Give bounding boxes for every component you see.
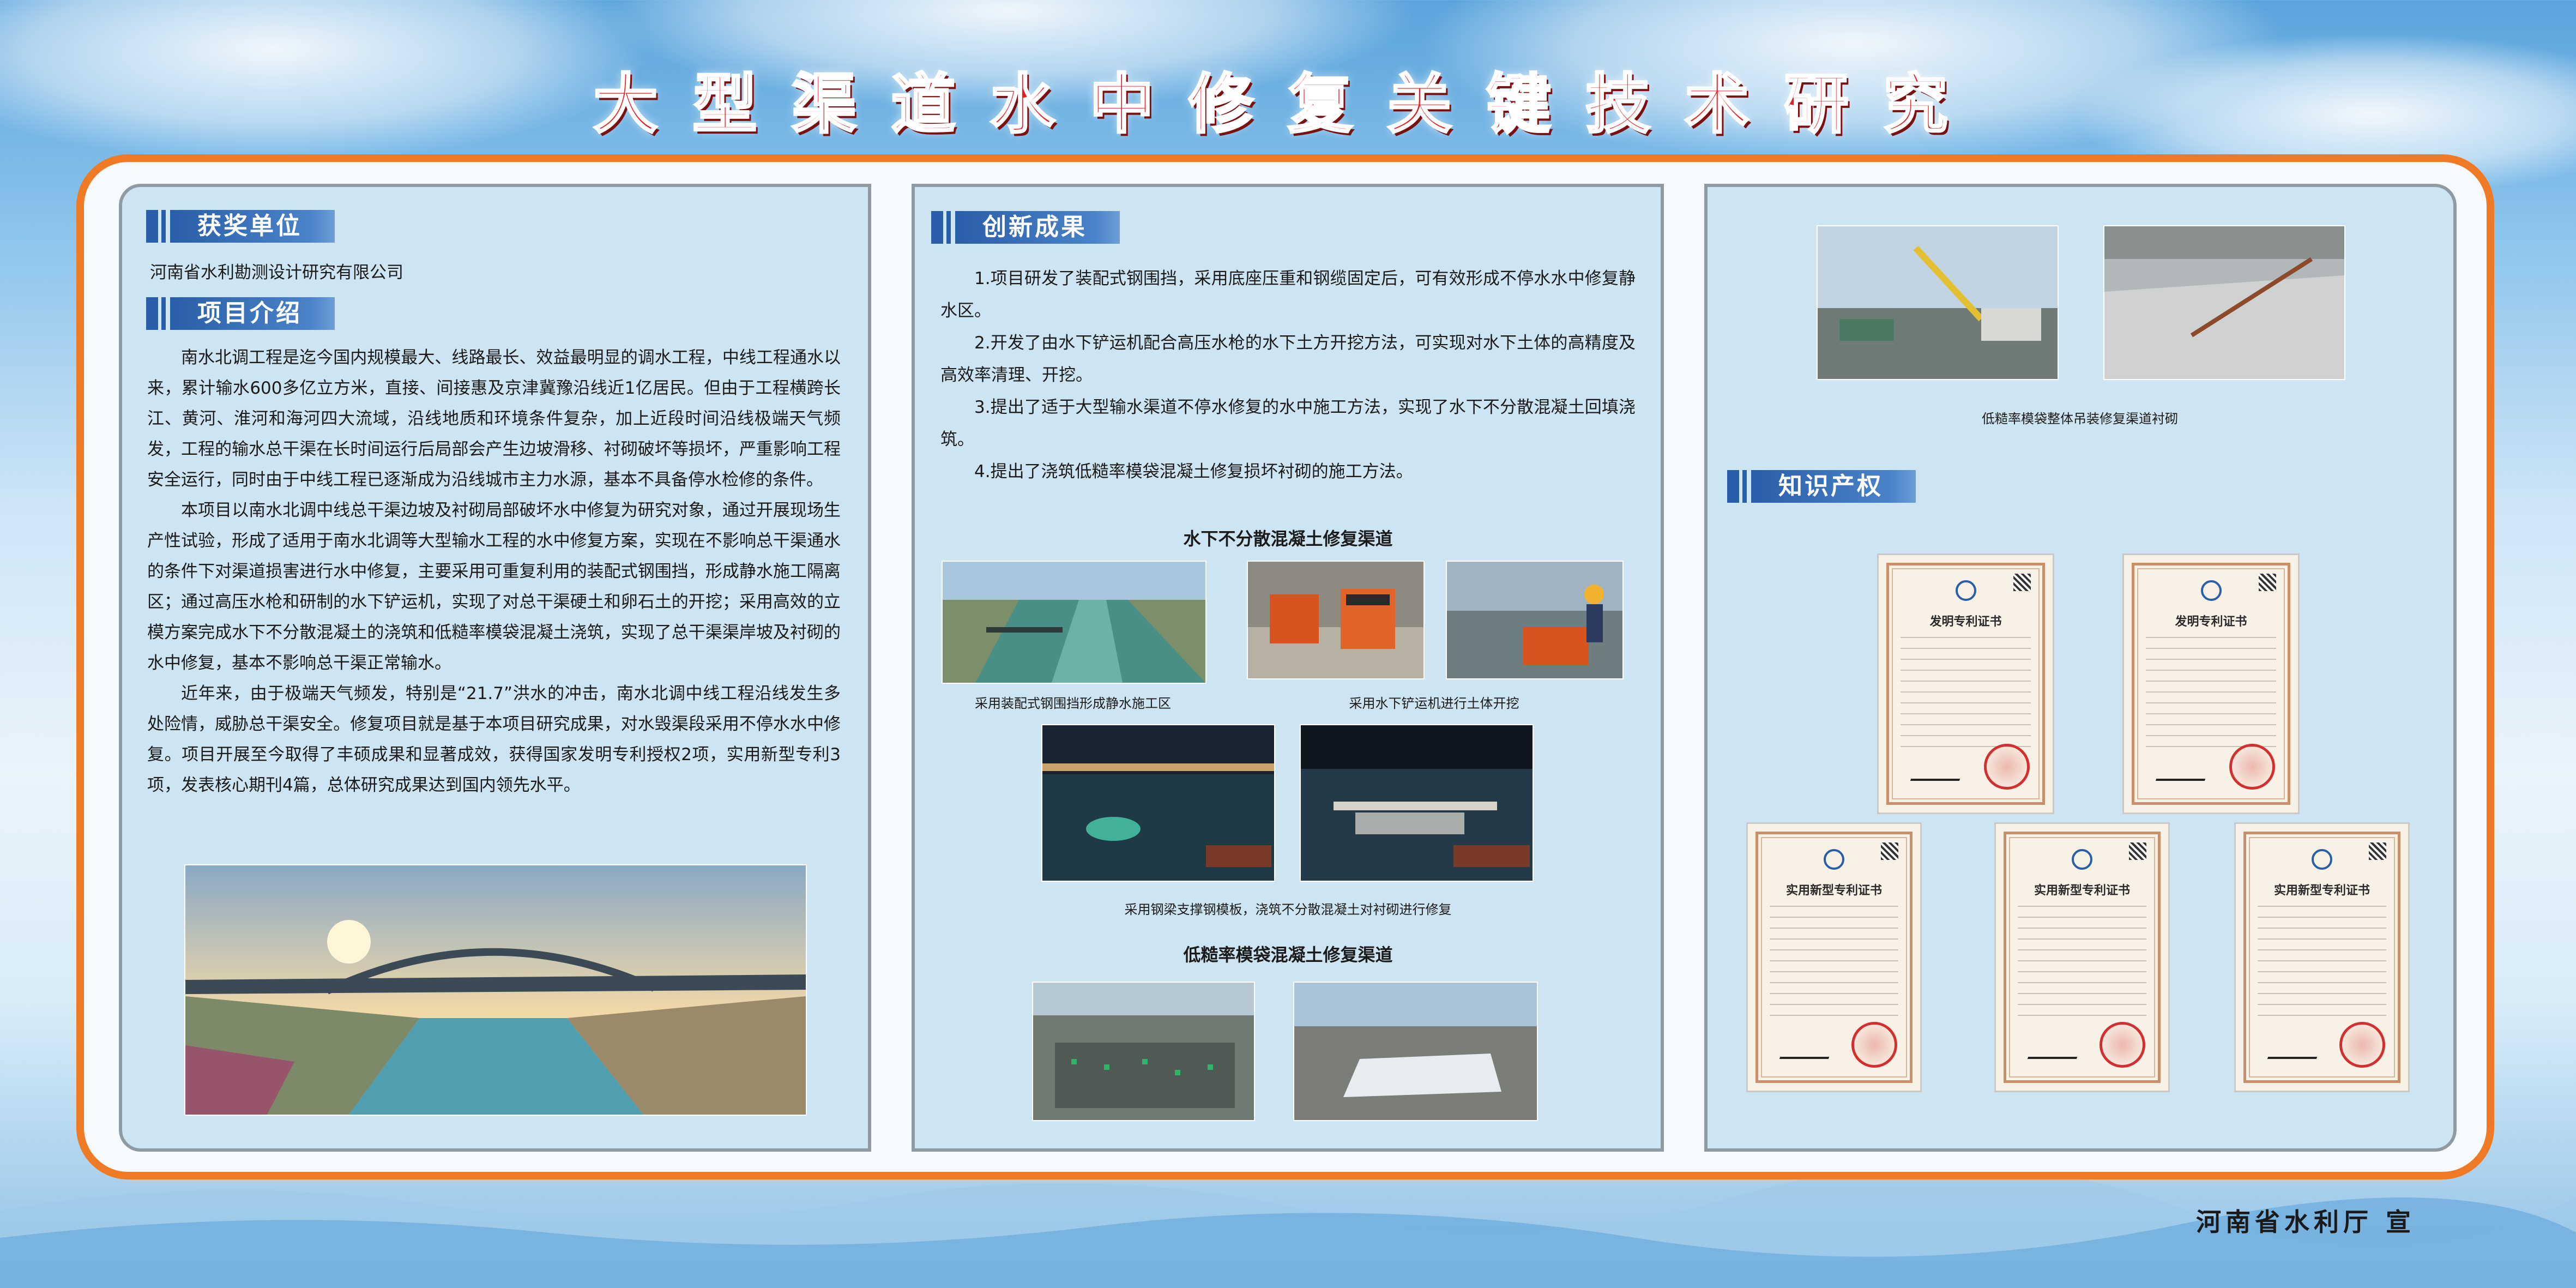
red-seal-icon [2229,744,2275,790]
caption-formwork: 采用钢梁支撑钢模板，浇筑不分散混凝土对衬砌进行修复 [1124,902,1452,917]
caption-steel-barrier: 采用装配式钢围挡形成静水施工区 [975,696,1171,711]
intro-paragraph: 近年来，由于极端天气频发，特别是“21.7”洪水的冲击，南水北调中线工程沿线发生… [147,684,841,795]
night-formwork-photo-1 [1041,724,1275,882]
innovation-list: 1.项目研发了装配式钢围挡，采用底座压重和钢缆固定后，可有效形成不停水水中修复静… [940,263,1636,488]
gallery2-title: 低糙率模袋混凝土修复渠道 [1183,944,1393,965]
mattress-photo-1 [1032,982,1255,1121]
qr-code-icon [2369,842,2386,860]
intro-heading-label: 项目介绍 [170,297,335,330]
gallery1-title: 水下不分散混凝土修复渠道 [1183,528,1393,549]
cert-title: 实用新型专利证书 [1785,883,1882,898]
utility-model-certificate: 实用新型专利证书 [1746,822,1922,1092]
heading-marker [931,211,943,244]
issuer-footer: 河南省水利厅 宣 [2195,1207,2415,1237]
intro-heading: 项目介绍 [146,297,402,330]
channel-lining-photo [2103,225,2345,380]
cert-logo-icon [2072,849,2092,870]
cert-text-lines [1770,906,1898,1026]
invention-patent-certificate: 发明专利证书 [2122,553,2300,814]
innovation-item: 1.项目研发了装配式钢围挡，采用底座压重和钢缆固定后，可有效形成不停水水中修复静… [940,269,1636,321]
cert-text-lines [2018,906,2146,1026]
steel-barrier-photo [942,561,1206,684]
cert-logo-icon [2200,580,2222,601]
signature [1910,762,1966,781]
cert-text-lines [2258,906,2386,1026]
qr-code-icon [2259,574,2276,591]
cert-title: 发明专利证书 [1929,615,2002,629]
heading-marker [146,297,158,330]
qr-code-icon [2129,842,2146,860]
heading-marker [1742,470,1747,503]
excavator-photo-1 [1247,561,1425,679]
cert-title: 发明专利证书 [2175,615,2247,629]
mattress-photo-2 [1293,982,1538,1121]
caption-crane: 低糙率模袋整体吊装修复渠道衬砌 [1982,411,2178,426]
innovation-item: 3.提出了适于大型输水渠道不停水修复的水中施工方法，实现了水下不分散混凝土回填浇… [940,398,1636,449]
innovation-item: 4.提出了浇筑低糙率模袋混凝土修复损坏衬砌的施工方法。 [974,462,1413,482]
heading-marker [161,210,166,243]
utility-model-certificate: 实用新型专利证书 [1994,822,2170,1092]
innovation-heading-label: 创新成果 [955,211,1120,244]
ip-heading-label: 知识产权 [1751,470,1916,503]
award-heading-label: 获奖单位 [170,210,335,243]
cert-title: 实用新型专利证书 [2273,883,2370,898]
innovation-item: 2.开发了由水下铲运机配合高压水枪的水下土方开挖方法，可实现对水下土体的高精度及… [940,333,1636,385]
signature [2267,1040,2324,1059]
signature [2027,1040,2084,1059]
qr-code-icon [2013,574,2031,591]
red-seal-icon [2100,1022,2145,1068]
intro-paragraph: 南水北调工程是迄今国内规模最大、线路最长、效益最明显的调水工程，中线工程通水以来… [147,348,841,490]
main-title: 大型渠道水中修复关键技术研究 [592,65,1983,143]
cert-logo-icon [1955,580,1976,601]
heading-marker [146,210,158,243]
ip-heading: 知识产权 [1727,470,1983,503]
signature [1779,1040,1836,1059]
excavator-photo-2 [1446,561,1624,679]
intro-text: 南水北调工程是迄今国内规模最大、线路最长、效益最明显的调水工程，中线工程通水以来… [147,342,841,801]
red-seal-icon [1851,1022,1897,1068]
caption-excavation: 采用水下铲运机进行土体开挖 [1349,696,1519,711]
night-formwork-photo-2 [1300,724,1534,882]
innovation-heading: 创新成果 [931,211,1187,244]
award-heading: 获奖单位 [146,210,402,243]
cert-logo-icon [1824,849,1844,870]
intro-paragraph: 本项目以南水北调中线总干渠边坡及衬砌局部破坏水中修复为研究对象，通过开展现场生产… [147,501,841,673]
cert-title: 实用新型专利证书 [2034,883,2130,898]
utility-model-certificate: 实用新型专利证书 [2234,822,2410,1092]
invention-patent-certificate: 发明专利证书 [1877,553,2054,814]
heading-marker [161,297,166,330]
qr-code-icon [1881,842,1898,860]
red-seal-icon [2339,1022,2385,1068]
heading-marker [1727,470,1739,503]
cert-text-lines [2146,637,2276,757]
canal-bridge-photo [184,864,807,1116]
award-unit: 河南省水利勘测设计研究有限公司 [150,263,403,282]
heading-marker [946,211,951,244]
red-seal-icon [1984,744,2030,790]
signature [2155,762,2212,781]
wave-decoration [0,1167,2576,1288]
cert-logo-icon [2312,849,2332,870]
crane-lifting-photo [1817,225,2059,380]
cert-text-lines [1901,637,2031,757]
